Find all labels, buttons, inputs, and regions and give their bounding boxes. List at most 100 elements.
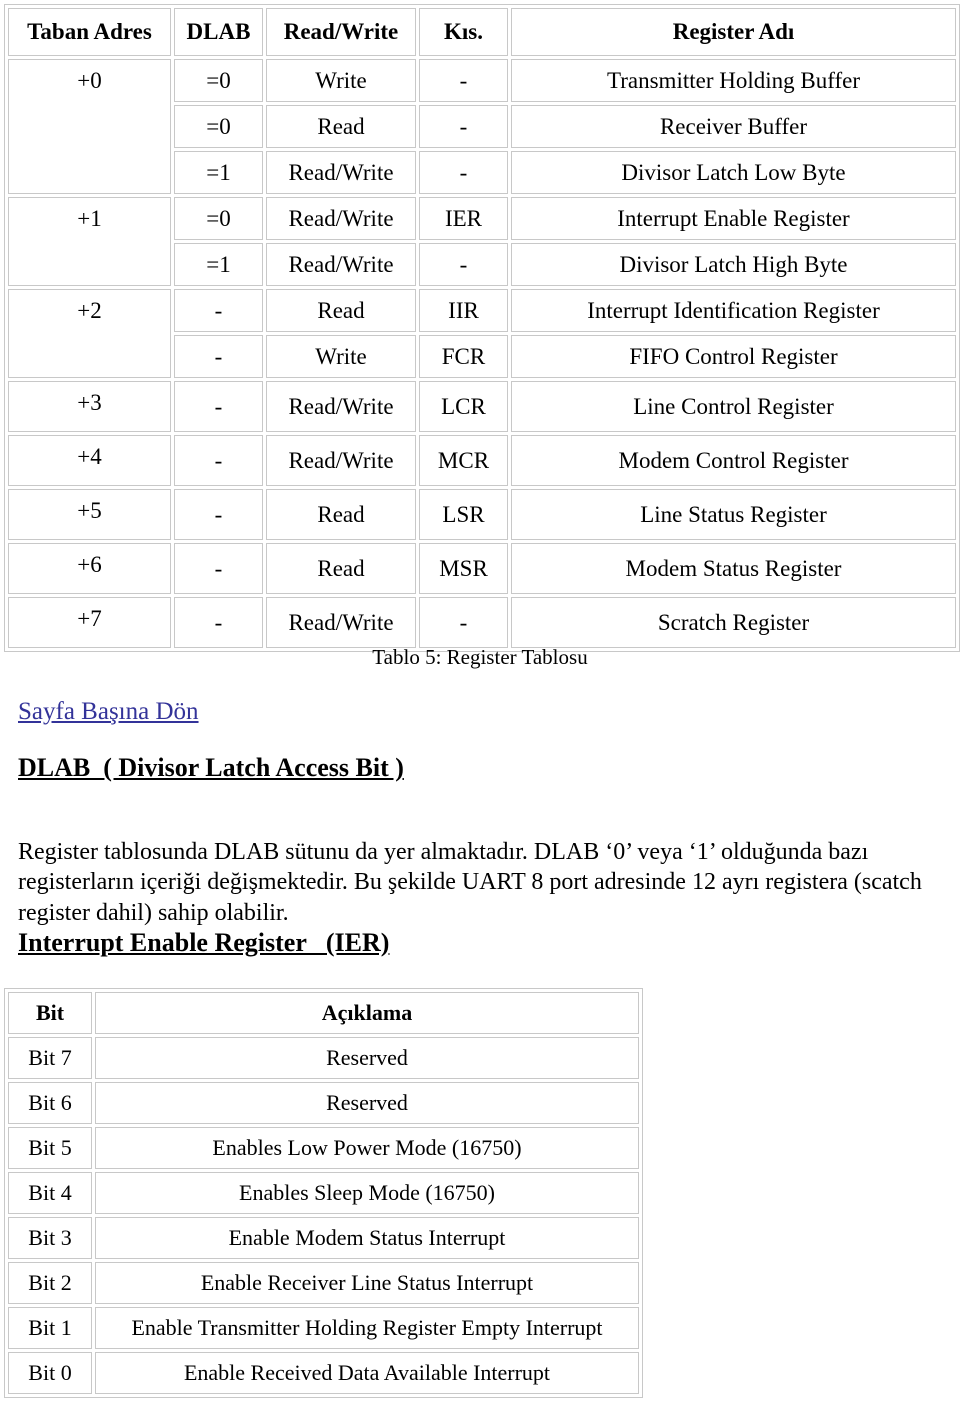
cell-read-write: Write	[266, 59, 416, 102]
column-header-dlab: DLAB	[174, 8, 263, 56]
cell-abbreviation: MSR	[419, 543, 508, 594]
cell-dlab: =0	[174, 197, 263, 240]
table-row: +6- Read MSR Modem Status Register	[8, 543, 956, 594]
cell-read-write: Read/Write	[266, 381, 416, 432]
table-row: +0 =0 Write - Transmitter Holding Buffer	[8, 59, 956, 194]
cell-register-name: Divisor Latch High Byte	[511, 243, 956, 286]
table-row: +2- Read IIR Interrupt Identification Regis…	[8, 289, 956, 378]
table-row: Bit 3 Enable Modem Status Interrupt	[8, 1217, 639, 1259]
ier-section-heading: Interrupt Enable Register (IER)	[18, 928, 390, 957]
cell-abbreviation: LSR	[419, 489, 508, 540]
table-row: +5- Read LSR Line Status Register	[8, 489, 956, 540]
dlab-section-heading: DLAB ( Divisor Latch Access Bit )	[18, 753, 404, 782]
cell-abbreviation: LCR	[419, 381, 508, 432]
cell-base-address: +0	[8, 59, 171, 194]
cell-bit-description: Enable Modem Status Interrupt	[95, 1217, 639, 1259]
cell-abbreviation: -	[419, 151, 508, 194]
cell-bit-description: Reserved	[95, 1037, 639, 1079]
cell-dlab: -	[174, 289, 263, 332]
cell-read-write: Read/Write	[266, 597, 416, 648]
cell-bit-number: Bit 5	[8, 1127, 92, 1169]
cell-dlab: -	[174, 489, 263, 540]
cell-register-name: FIFO Control Register	[511, 335, 956, 378]
cell-bit-number: Bit 3	[8, 1217, 92, 1259]
cell-bit-description: Reserved	[95, 1082, 639, 1124]
cell-register-name: Scratch Register	[511, 597, 956, 648]
ier-bit-table: Bit Açıklama Bit 7 Reserved Bit 6 Reserved B…	[4, 988, 643, 1398]
cell-base-address: +5	[8, 489, 171, 540]
cell-read-write: Read	[266, 543, 416, 594]
cell-dlab: =0	[174, 59, 263, 102]
register-table-container: Taban Adres DLAB Read/Write Kıs. Registe…	[4, 4, 960, 652]
cell-bit-description: Enable Transmitter Holding Register Empt…	[95, 1307, 639, 1349]
cell-register-name: Line Status Register	[511, 489, 956, 540]
cell-bit-description: Enables Sleep Mode (16750)	[95, 1172, 639, 1214]
cell-read-write: Read/Write	[266, 243, 416, 286]
cell-bit-number: Bit 6	[8, 1082, 92, 1124]
table-row: Bit 7 Reserved	[8, 1037, 639, 1079]
cell-read-write: Read	[266, 489, 416, 540]
cell-read-write: Read/Write	[266, 151, 416, 194]
cell-dlab: -	[174, 543, 263, 594]
cell-dlab: -	[174, 435, 263, 486]
column-header-bit: Bit	[8, 992, 92, 1034]
cell-abbreviation: IER	[419, 197, 508, 240]
cell-base-address: +4	[8, 435, 171, 486]
back-to-top-link[interactable]: Sayfa Başına Dön	[18, 698, 199, 726]
column-header-taban-adres: Taban Adres	[8, 8, 171, 56]
cell-register-name: Interrupt Identification Register	[511, 289, 956, 332]
table-row: Bit 5 Enables Low Power Mode (16750)	[8, 1127, 639, 1169]
cell-dlab: =0	[174, 105, 263, 148]
cell-read-write: Read	[266, 289, 416, 332]
cell-dlab: =1	[174, 151, 263, 194]
cell-base-address: +2	[8, 289, 171, 378]
table-row: Bit 6 Reserved	[8, 1082, 639, 1124]
cell-read-write: Write	[266, 335, 416, 378]
cell-bit-number: Bit 1	[8, 1307, 92, 1349]
cell-abbreviation: -	[419, 59, 508, 102]
table-row: +7- Read/Write - Scratch Register	[8, 597, 956, 648]
cell-register-name: Interrupt Enable Register	[511, 197, 956, 240]
ier-table-container: Bit Açıklama Bit 7 Reserved Bit 6 Reserved B…	[4, 988, 644, 1398]
cell-abbreviation: IIR	[419, 289, 508, 332]
cell-abbreviation: -	[419, 597, 508, 648]
cell-bit-number: Bit 4	[8, 1172, 92, 1214]
table-row: Bit 1 Enable Transmitter Holding Register…	[8, 1307, 639, 1349]
cell-bit-number: Bit 2	[8, 1262, 92, 1304]
cell-register-name: Modem Status Register	[511, 543, 956, 594]
table-row: +3- Read/Write LCR Line Control Register	[8, 381, 956, 432]
cell-bit-number: Bit 7	[8, 1037, 92, 1079]
cell-register-name: Receiver Buffer	[511, 105, 956, 148]
cell-abbreviation: MCR	[419, 435, 508, 486]
cell-read-write: Read/Write	[266, 197, 416, 240]
cell-register-name: Line Control Register	[511, 381, 956, 432]
cell-abbreviation: -	[419, 243, 508, 286]
table-row: Bit 2 Enable Receiver Line Status Interru…	[8, 1262, 639, 1304]
cell-register-name: Modem Control Register	[511, 435, 956, 486]
table-caption: Tablo 5: Register Tablosu	[372, 645, 588, 669]
table-row: +1 =0 Read/Write IER Interrupt Enable Regist…	[8, 197, 956, 286]
column-header-read-write: Read/Write	[266, 8, 416, 56]
ier-table-body: Bit 7 Reserved Bit 6 Reserved Bit 5 Enables L…	[8, 1037, 639, 1394]
table-row: +4- Read/Write MCR Modem Control Register	[8, 435, 956, 486]
cell-base-address: +1	[8, 197, 171, 286]
cell-abbreviation: -	[419, 105, 508, 148]
dlab-section-paragraph: Register tablosunda DLAB sütunu da yer a…	[18, 839, 922, 926]
cell-dlab: -	[174, 597, 263, 648]
column-header-register-adi: Register Adı	[511, 8, 956, 56]
cell-dlab: =1	[174, 243, 263, 286]
cell-read-write: Read	[266, 105, 416, 148]
table-row: Bit 0 Enable Received Data Available Inte…	[8, 1352, 639, 1394]
table-header-row: Bit Açıklama	[8, 992, 639, 1034]
cell-base-address: +3	[8, 381, 171, 432]
cell-bit-description: Enable Received Data Available Interrupt	[95, 1352, 639, 1394]
column-header-kis: Kıs.	[419, 8, 508, 56]
cell-bit-number: Bit 0	[8, 1352, 92, 1394]
cell-register-name: Transmitter Holding Buffer	[511, 59, 956, 102]
register-table: Taban Adres DLAB Read/Write Kıs. Registe…	[4, 4, 960, 652]
register-table-body: +0 =0 Write - Transmitter Holding Buffer =0 Re…	[8, 59, 956, 648]
cell-dlab: -	[174, 381, 263, 432]
cell-bit-description: Enables Low Power Mode (16750)	[95, 1127, 639, 1169]
cell-read-write: Read/Write	[266, 435, 416, 486]
cell-dlab: -	[174, 335, 263, 378]
